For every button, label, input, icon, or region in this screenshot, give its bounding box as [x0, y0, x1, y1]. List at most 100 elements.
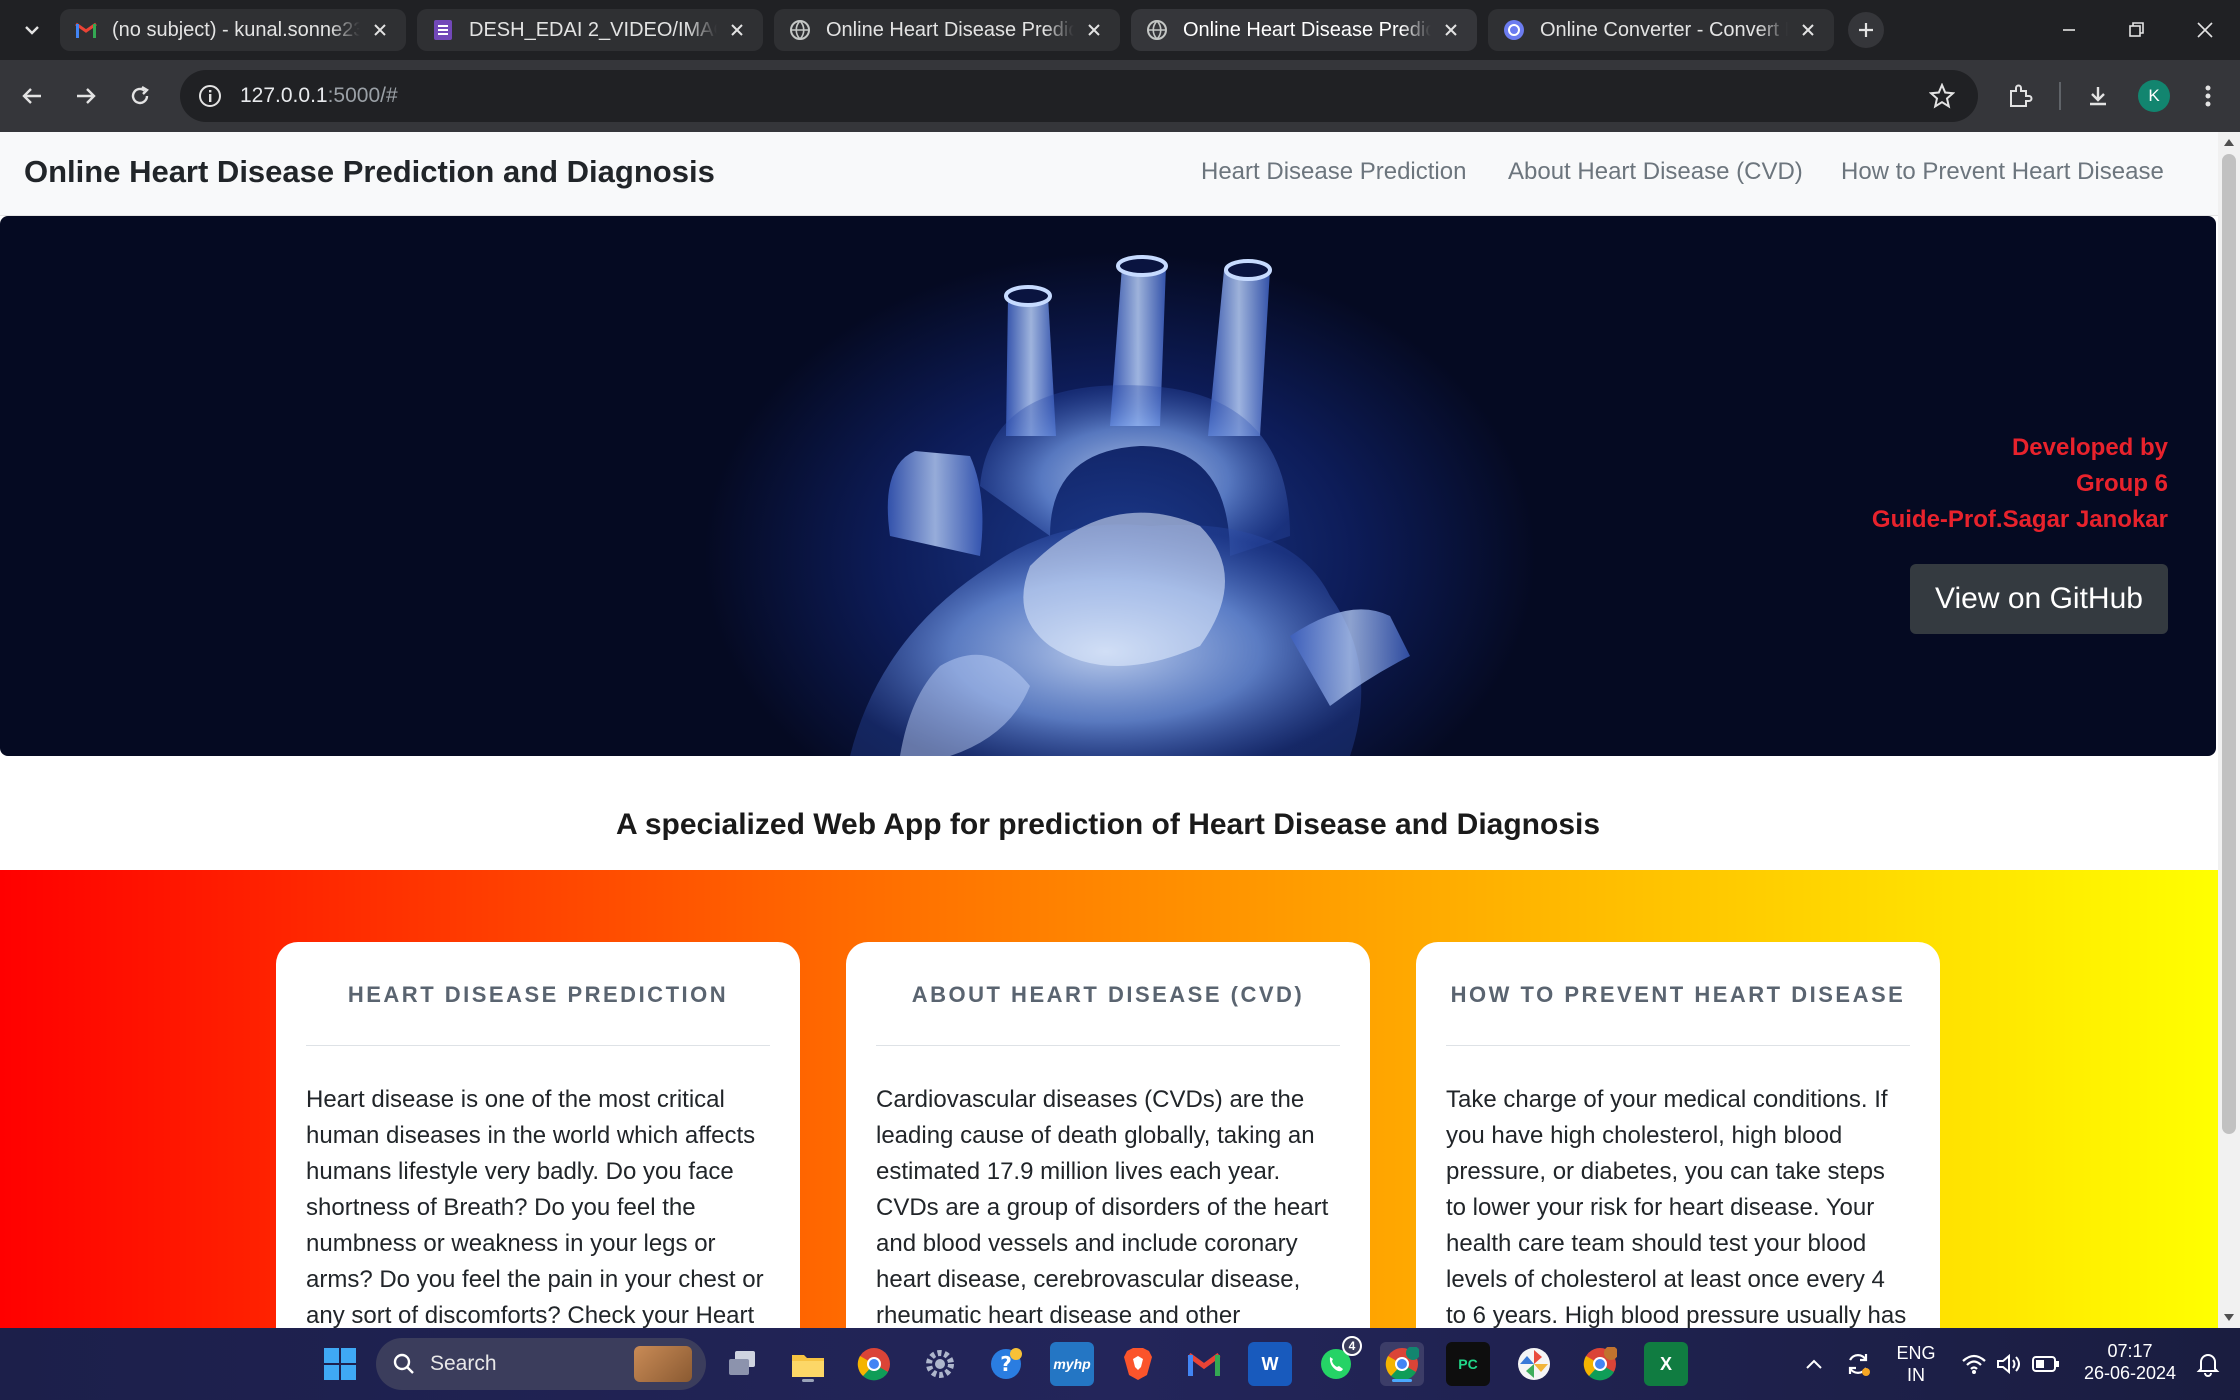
tab-title: Online Converter - Convert Ima — [1540, 18, 1788, 41]
page-tagline: A specialized Web App for prediction of … — [615, 808, 1601, 841]
close-icon — [2197, 22, 2213, 38]
brave-icon[interactable] — [1116, 1342, 1160, 1386]
language-code: ENG — [1896, 1343, 1936, 1363]
close-window-button[interactable] — [2172, 0, 2238, 60]
address-bar[interactable]: 127.0.0.1:5000/# — [180, 70, 1978, 122]
site-brand[interactable]: Online Heart Disease Prediction and Diag… — [24, 154, 715, 190]
download-icon — [2090, 87, 2106, 106]
view-on-github-button[interactable]: View on GitHub — [1910, 564, 2168, 634]
tab-heart-predictor-active[interactable]: Online Heart Disease Predictor — [1131, 9, 1477, 51]
arrow-left-icon — [22, 88, 41, 104]
tab-heart-predictor-1[interactable]: Online Heart Disease Predictor — [774, 9, 1120, 51]
file-explorer-icon[interactable] — [786, 1342, 830, 1386]
card-prevent-heart-disease[interactable]: HOW TO PREVENT HEART DISEASE Take charge… — [1416, 942, 1940, 1328]
scrollbar-thumb[interactable] — [2222, 154, 2236, 1134]
extensions-button[interactable] — [1998, 74, 2042, 118]
get-help-icon[interactable]: ? — [984, 1342, 1028, 1386]
nav-link-about-cvd[interactable]: About Heart Disease (CVD) — [1508, 158, 1803, 186]
forward-button[interactable] — [64, 74, 108, 118]
bookmark-star-icon[interactable] — [1926, 80, 1958, 112]
nav-link-prediction[interactable]: Heart Disease Prediction — [1201, 158, 1466, 186]
word-icon[interactable]: W — [1248, 1342, 1292, 1386]
developer-credits: Developed by Group 6 Guide-Prof.Sagar Ja… — [1872, 430, 2168, 538]
reload-button[interactable] — [118, 74, 162, 118]
new-tab-button[interactable] — [1848, 12, 1884, 48]
whatsapp-badge: 4 — [1342, 1336, 1362, 1356]
notification-bell-icon[interactable] — [2186, 1342, 2230, 1386]
card-title: HOW TO PREVENT HEART DISEASE — [1446, 942, 1910, 1046]
tab-converter[interactable]: Online Converter - Convert Ima — [1488, 9, 1834, 51]
tab-search-button[interactable] — [12, 10, 52, 50]
scroll-up-arrow-icon[interactable] — [2218, 132, 2240, 152]
pinwheel-app-icon[interactable] — [1512, 1342, 1556, 1386]
profile-avatar[interactable]: K — [2138, 80, 2170, 112]
search-highlight-image-icon — [634, 1346, 692, 1382]
tab-title: DESH_EDAI 2_VIDEO/IMAGE/PPT — [469, 18, 717, 41]
chrome-profile-icon[interactable] — [1380, 1342, 1424, 1386]
tab-gmail[interactable]: (no subject) - kunal.sonne231@ — [60, 9, 406, 51]
clock[interactable]: 07:17 26-06-2024 — [2070, 1340, 2190, 1384]
reload-icon — [131, 85, 149, 105]
minimize-button[interactable] — [2036, 0, 2102, 60]
heart-xray-illustration — [850, 255, 1410, 756]
restore-icon — [2129, 22, 2144, 37]
credits-line-group: Group 6 — [2075, 470, 2168, 497]
card-title: HEART DISEASE PREDICTION — [306, 942, 770, 1046]
whatsapp-icon[interactable]: 4 — [1314, 1336, 1362, 1386]
site-navbar: Online Heart Disease Prediction and Diag… — [0, 132, 2218, 216]
chrome-alt-profile-icon[interactable] — [1578, 1342, 1622, 1386]
chrome-icon[interactable] — [852, 1342, 896, 1386]
forms-icon — [431, 18, 455, 42]
url-path: :5000/# — [327, 84, 398, 107]
page-scrollbar[interactable] — [2218, 132, 2240, 1328]
close-tab-icon[interactable] — [1082, 18, 1106, 42]
card-heart-disease-prediction[interactable]: HEART DISEASE PREDICTION Heart disease i… — [276, 942, 800, 1328]
excel-icon[interactable]: X — [1644, 1342, 1688, 1386]
windows-taskbar: Search ? myhp W 4 PC X ENG IN 07:17 26-0… — [0, 1328, 2240, 1400]
browser-menu-button[interactable] — [2186, 74, 2230, 118]
restore-button[interactable] — [2104, 0, 2170, 60]
sync-status-icon[interactable] — [1836, 1342, 1880, 1386]
myhp-icon[interactable]: myhp — [1050, 1342, 1094, 1386]
search-icon — [393, 1353, 414, 1374]
credits-line-developed-by: Developed by — [2011, 434, 2168, 461]
active-indicator — [1392, 1379, 1412, 1382]
language-indicator[interactable]: ENG IN — [1890, 1342, 1942, 1386]
converter-icon — [1502, 18, 1526, 42]
task-view-icon[interactable] — [720, 1342, 764, 1386]
windows-start-icon[interactable] — [318, 1342, 362, 1386]
tab-title: Online Heart Disease Predictor — [1183, 18, 1431, 41]
close-tab-icon[interactable] — [725, 18, 749, 42]
tab-forms[interactable]: DESH_EDAI 2_VIDEO/IMAGE/PPT — [417, 9, 763, 51]
running-indicator — [802, 1379, 814, 1382]
toolbar-separator — [2059, 82, 2061, 110]
card-about-heart-disease[interactable]: ABOUT HEART DISEASE (CVD) Cardiovascular… — [846, 942, 1370, 1328]
scroll-down-arrow-icon[interactable] — [2218, 1308, 2240, 1328]
card-text: Heart disease is one of the most critica… — [306, 1086, 764, 1328]
close-tab-icon[interactable] — [1439, 18, 1463, 42]
downloads-button[interactable] — [2076, 74, 2120, 118]
back-button[interactable] — [10, 74, 54, 118]
clock-date: 26-06-2024 — [2083, 1363, 2177, 1383]
pycharm-icon[interactable]: PC — [1446, 1342, 1490, 1386]
tab-title: (no subject) - kunal.sonne231@ — [112, 18, 360, 41]
tab-strip: (no subject) - kunal.sonne231@ DESH_EDAI… — [0, 0, 2240, 60]
taskbar-search-box[interactable]: Search — [376, 1338, 706, 1390]
show-hidden-icons-chevron-icon[interactable] — [1792, 1342, 1836, 1386]
battery-icon[interactable] — [2024, 1342, 2068, 1386]
card-text: Cardiovascular diseases (CVDs) are the l… — [876, 1086, 1329, 1328]
site-info-icon[interactable] — [184, 70, 236, 122]
url-text[interactable]: 127.0.0.1:5000/# — [240, 84, 398, 108]
hero-banner: Developed by Group 6 Guide-Prof.Sagar Ja… — [0, 216, 2216, 756]
gmail-app-icon[interactable] — [1182, 1342, 1226, 1386]
settings-gear-icon[interactable] — [918, 1342, 962, 1386]
page-viewport: Online Heart Disease Prediction and Diag… — [0, 132, 2218, 1328]
globe-icon — [1145, 18, 1169, 42]
card-title: ABOUT HEART DISEASE (CVD) — [876, 942, 1340, 1046]
nav-link-prevent[interactable]: How to Prevent Heart Disease — [1841, 158, 2164, 186]
svg-text:?: ? — [1000, 1352, 1012, 1376]
close-tab-icon[interactable] — [1796, 18, 1820, 42]
close-tab-icon[interactable] — [368, 18, 392, 42]
puzzle-icon — [2010, 84, 2033, 107]
plus-icon — [1859, 23, 1873, 37]
